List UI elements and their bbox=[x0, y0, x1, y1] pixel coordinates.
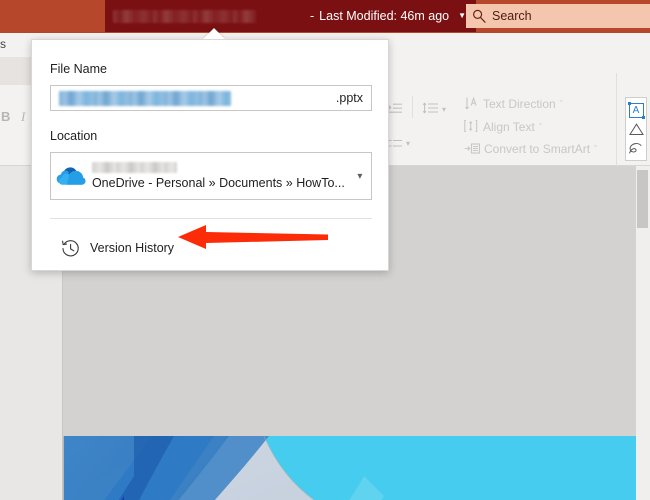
convert-to-smartart-button[interactable]: Convert to SmartArt ˇ bbox=[464, 142, 597, 156]
chevron-down-icon: ˇ bbox=[538, 121, 542, 132]
increase-indent-button[interactable] bbox=[388, 102, 403, 115]
title-separator: - bbox=[310, 9, 315, 23]
text-direction-button[interactable]: Text Direction ˇ bbox=[464, 96, 563, 111]
last-modified-status[interactable]: - Last Modified: 46m ago ▼ bbox=[310, 0, 477, 32]
convert-to-smartart-label: Convert to SmartArt bbox=[484, 142, 591, 156]
onedrive-cloud-icon bbox=[51, 166, 92, 186]
panel-pointer bbox=[203, 28, 225, 39]
scribble-shape-icon bbox=[629, 143, 642, 154]
powerpoint-window: s B I ▾ ▾ Text Direction ˇ Align Text ˇ … bbox=[0, 0, 650, 500]
italic-button[interactable]: I bbox=[21, 109, 25, 125]
align-text-label: Align Text bbox=[483, 119, 535, 134]
location-details: OneDrive - Personal » Documents » HowTo.… bbox=[91, 162, 349, 190]
textbox-shape-icon[interactable]: A bbox=[627, 101, 645, 119]
location-selector[interactable]: OneDrive - Personal » Documents » HowTo.… bbox=[50, 152, 372, 200]
location-label: Location bbox=[50, 129, 98, 143]
vertical-scrollbar[interactable] bbox=[636, 166, 650, 500]
location-account-redacted bbox=[91, 162, 177, 173]
slide-artwork bbox=[64, 436, 648, 500]
file-name-label: File Name bbox=[50, 62, 107, 76]
chevron-down-icon[interactable]: ▼ bbox=[458, 12, 466, 20]
triangle-shape-icon bbox=[628, 123, 644, 136]
bullet-list-button[interactable]: ▾ bbox=[388, 138, 410, 149]
panel-divider bbox=[50, 218, 372, 219]
icon-divider bbox=[412, 96, 413, 118]
chevron-down-icon: ˇ bbox=[594, 144, 598, 154]
search-placeholder: Search bbox=[492, 9, 532, 23]
file-name-input[interactable]: .pptx bbox=[50, 85, 372, 111]
red-left-arrow bbox=[178, 222, 328, 257]
line-spacing-button[interactable]: ▾ bbox=[422, 102, 446, 116]
file-name-value-redacted bbox=[59, 90, 231, 106]
last-modified-label: Last Modified: 46m ago bbox=[319, 9, 450, 23]
search-icon bbox=[466, 9, 492, 23]
version-history-clock-icon bbox=[50, 239, 90, 258]
chevron-down-icon[interactable]: ▾ bbox=[349, 171, 371, 182]
ribbon-tab-sliver[interactable]: s bbox=[0, 37, 6, 51]
align-text-button[interactable]: Align Text ˇ bbox=[464, 119, 542, 134]
text-direction-label: Text Direction bbox=[483, 96, 556, 111]
document-title-redacted bbox=[113, 9, 256, 23]
slide-canvas[interactable] bbox=[63, 436, 648, 500]
shape-styles-gallery[interactable]: A bbox=[625, 97, 647, 161]
version-history-label: Version History bbox=[90, 241, 175, 255]
chevron-down-icon: ˇ bbox=[559, 98, 563, 109]
search-input[interactable]: Search bbox=[466, 4, 650, 28]
bold-button[interactable]: B bbox=[1, 109, 10, 124]
scrollbar-thumb[interactable] bbox=[637, 170, 648, 228]
file-extension-label: .pptx bbox=[335, 91, 363, 105]
location-path-label: OneDrive - Personal » Documents » HowTo.… bbox=[91, 176, 345, 190]
title-bar: - Last Modified: 46m ago ▼ Search bbox=[0, 0, 650, 33]
